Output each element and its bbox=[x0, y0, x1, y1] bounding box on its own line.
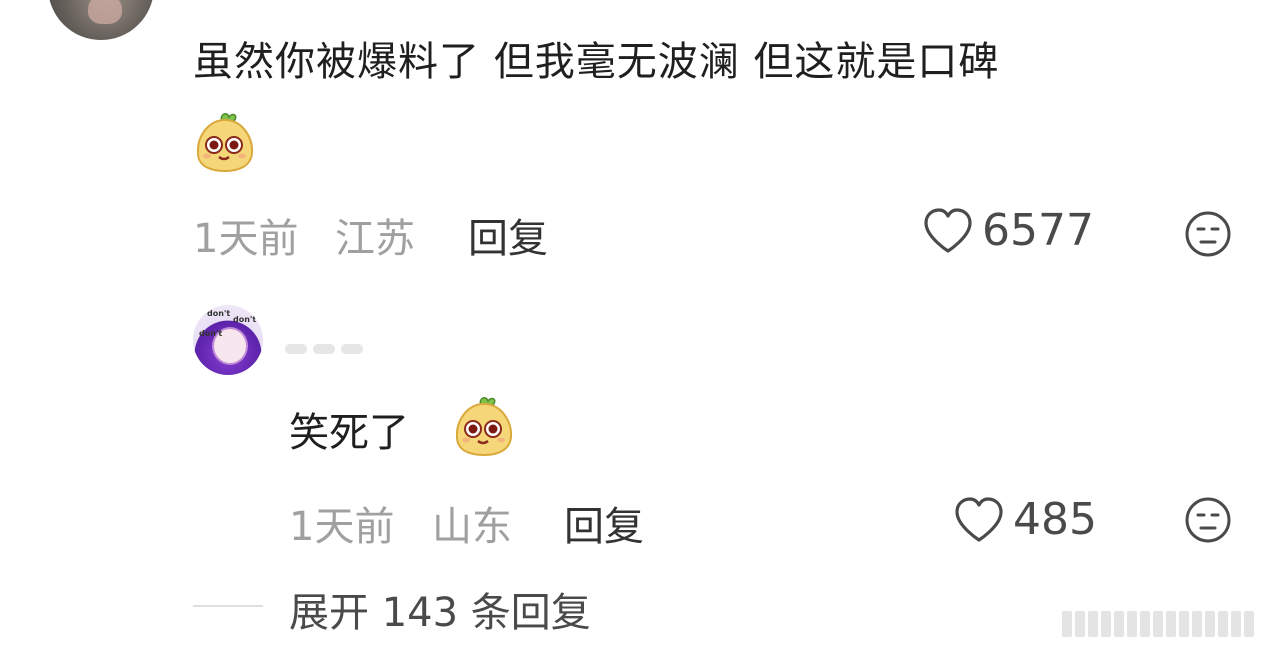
sticker-icon bbox=[455, 397, 513, 457]
comment-time: 1天前 bbox=[193, 216, 299, 262]
like-button[interactable]: 6577 bbox=[922, 205, 1094, 256]
reply-time: 1天前 bbox=[289, 504, 395, 550]
reply-username[interactable] bbox=[285, 344, 363, 354]
reply-avatar[interactable]: don't don't don't bbox=[193, 305, 263, 375]
heart-outline-icon bbox=[924, 207, 972, 253]
meh-face-icon[interactable] bbox=[1185, 211, 1231, 257]
sticker-icon bbox=[196, 113, 254, 173]
expand-replies-button[interactable]: 展开 143 条回复 bbox=[289, 580, 591, 638]
reply-text: 笑死了 bbox=[289, 410, 409, 456]
comment-text: 虽然你被爆料了 但我毫无波澜 但这就是口碑 bbox=[193, 39, 1000, 85]
reply-button[interactable]: 回复 bbox=[564, 494, 644, 552]
reply-location: 山东 bbox=[432, 504, 512, 550]
heart-outline-icon bbox=[955, 496, 1003, 542]
like-count: 6577 bbox=[982, 205, 1094, 256]
like-button[interactable]: 485 bbox=[953, 494, 1097, 545]
watermark bbox=[1062, 611, 1266, 637]
commenter-avatar[interactable] bbox=[48, 0, 154, 40]
meh-face-icon[interactable] bbox=[1185, 497, 1231, 543]
expand-divider bbox=[193, 605, 263, 607]
comment-location: 江苏 bbox=[335, 216, 415, 262]
reply-button[interactable]: 回复 bbox=[468, 206, 548, 264]
like-count: 485 bbox=[1013, 494, 1097, 545]
